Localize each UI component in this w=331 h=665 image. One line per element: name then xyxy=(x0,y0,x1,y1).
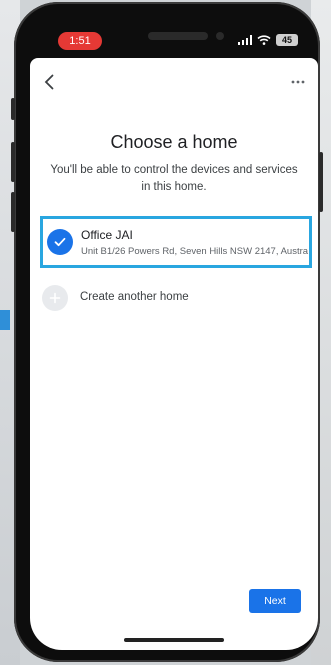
create-another-home-button[interactable]: Create another home xyxy=(42,285,302,311)
status-icons: 45 xyxy=(238,34,298,46)
page-subtitle: You'll be able to control the devices an… xyxy=(50,164,298,193)
status-time[interactable]: 1:51 xyxy=(58,32,102,50)
back-arrow-icon xyxy=(44,74,54,90)
back-button[interactable] xyxy=(40,72,60,92)
create-another-home-label: Create another home xyxy=(80,291,189,303)
battery-icon: 45 xyxy=(276,34,298,46)
status-bar: 1:51 45 xyxy=(30,28,318,54)
home-indicator[interactable] xyxy=(124,638,224,642)
more-options-button[interactable] xyxy=(288,72,308,92)
page-title: Choose a home xyxy=(110,132,238,152)
more-options-icon xyxy=(291,80,305,84)
selected-check-icon xyxy=(47,229,73,255)
home-item-office-jai[interactable]: Office JAI Unit B1/26 Powers Rd, Seven H… xyxy=(40,216,312,268)
home-name: Office JAI xyxy=(81,228,133,242)
volume-down-button xyxy=(11,192,15,232)
app-screen: Choose a home You'll be able to control … xyxy=(30,58,318,650)
power-button xyxy=(319,152,323,212)
mute-switch xyxy=(11,98,15,120)
next-button[interactable]: Next xyxy=(249,589,301,613)
volume-up-button xyxy=(11,142,15,182)
plus-icon xyxy=(42,285,68,311)
wifi-icon xyxy=(257,35,271,45)
front-camera xyxy=(216,32,224,40)
speaker-grille xyxy=(148,32,208,40)
background-accent xyxy=(0,310,10,330)
home-address: Unit B1/26 Powers Rd, Seven Hills NSW 21… xyxy=(81,246,309,257)
signal-icon xyxy=(238,35,252,45)
top-bar xyxy=(30,58,318,102)
